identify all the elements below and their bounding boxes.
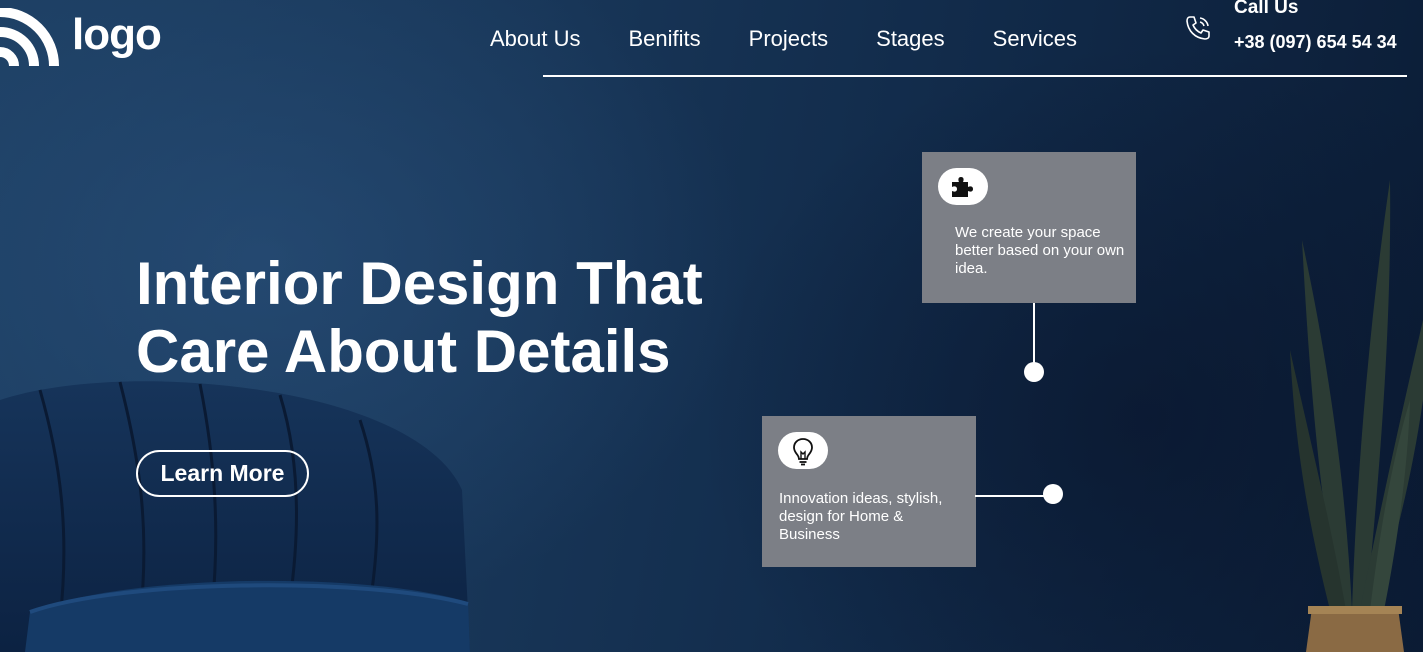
headline-line-2: Care About Details (136, 318, 671, 385)
logo[interactable]: logo (0, 8, 162, 68)
logo-arcs-icon (0, 8, 59, 67)
connector-line (975, 495, 1047, 497)
learn-more-button[interactable]: Learn More (136, 450, 309, 497)
headline-line-1: Interior Design That (136, 250, 703, 317)
phone-number[interactable]: +38 (097) 654 54 34 (1234, 32, 1397, 53)
phone-icon (1186, 16, 1210, 40)
hotspot-dot[interactable] (1024, 362, 1044, 382)
nav-item-benefits[interactable]: Benifits (629, 26, 701, 52)
feature-card: Innovation ideas, stylish, design for Ho… (762, 416, 976, 567)
armchair-image (0, 381, 470, 652)
hero-section: logo About Us Benifits Projects Stages S… (0, 0, 1423, 652)
feature-text: We create your space better based on you… (955, 224, 1125, 277)
nav-item-about-us[interactable]: About Us (490, 26, 581, 52)
main-nav: About Us Benifits Projects Stages Servic… (490, 26, 1125, 52)
feature-card: We create your space better based on you… (922, 152, 1136, 303)
page-title: Interior Design That Care About Details (136, 250, 776, 386)
nav-divider (543, 75, 1407, 77)
nav-item-projects[interactable]: Projects (749, 26, 828, 52)
plant-image (1290, 180, 1423, 652)
puzzle-icon (938, 168, 988, 205)
hotspot-dot[interactable] (1043, 484, 1063, 504)
nav-item-services[interactable]: Services (993, 26, 1077, 52)
logo-text: logo (72, 10, 162, 59)
nav-item-stages[interactable]: Stages (876, 26, 945, 52)
lightbulb-icon (778, 432, 828, 469)
connector-line (1033, 303, 1035, 369)
call-us-label: Call Us (1234, 0, 1299, 18)
feature-text: Innovation ideas, stylish, design for Ho… (779, 490, 943, 543)
